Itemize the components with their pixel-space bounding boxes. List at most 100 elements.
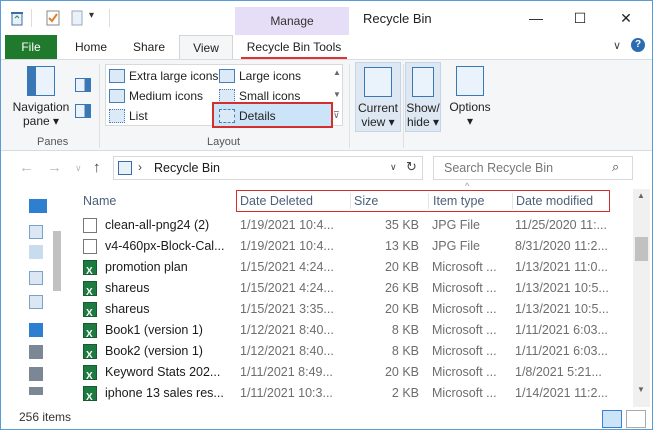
- maximize-button[interactable]: ☐: [557, 1, 603, 35]
- tab-view[interactable]: View: [179, 35, 233, 59]
- navigation-scrollbar-thumb[interactable]: [53, 231, 61, 291]
- extra-large-icons-icon: [109, 69, 125, 83]
- breadcrumb-recycle-bin[interactable]: Recycle Bin: [154, 161, 220, 175]
- vertical-scrollbar-thumb[interactable]: [635, 237, 648, 261]
- scroll-up-icon[interactable]: ▲: [637, 191, 645, 200]
- date-modified-cell: 1/13/2021 10:5...: [515, 281, 609, 295]
- item-type-cell: Microsoft ...: [432, 302, 497, 316]
- file-name: shareus: [105, 281, 150, 295]
- refresh-icon[interactable]: ↻: [406, 159, 417, 175]
- column-header-date-modified[interactable]: Date modified: [516, 189, 593, 213]
- minimize-button[interactable]: —: [513, 1, 559, 35]
- item-count: 256 items: [19, 410, 72, 424]
- date-modified-cell: 1/11/2021 6:03...: [515, 323, 608, 337]
- documents-icon[interactable]: [29, 225, 43, 239]
- preview-pane-icon[interactable]: [75, 78, 91, 92]
- options-button[interactable]: Options ▾: [447, 66, 493, 128]
- navigation-pane-button[interactable]: Navigation pane ▾: [11, 66, 71, 128]
- file-name: promotion plan: [105, 260, 188, 274]
- size-cell: 2 KB: [391, 386, 419, 400]
- up-arrow-icon[interactable]: ↑: [93, 159, 101, 176]
- date-modified-cell: 1/13/2021 11:0...: [515, 260, 608, 274]
- tab-home[interactable]: Home: [67, 35, 115, 59]
- recent-locations-icon[interactable]: ∨: [75, 163, 82, 174]
- folder-icon[interactable]: [29, 245, 43, 259]
- table-row[interactable]: Keyword Stats 202... 1/11/2021 8:49... 20 …: [73, 362, 633, 383]
- tab-share[interactable]: Share: [125, 35, 173, 59]
- item-type-cell: JPG File: [432, 218, 480, 232]
- music-icon[interactable]: [29, 323, 43, 337]
- details-option[interactable]: Details: [217, 106, 276, 126]
- file-name-cell: iphone 13 sales res...: [83, 383, 233, 404]
- pictures-icon[interactable]: [29, 271, 43, 285]
- address-dropdown-icon[interactable]: ∨: [390, 162, 397, 173]
- table-row[interactable]: Book1 (version 1) 1/12/2021 8:40... 8 KB Mi…: [73, 320, 633, 341]
- window-title: Recycle Bin: [363, 11, 432, 26]
- navigation-scrollbar[interactable]: [51, 189, 63, 399]
- date-modified-cell: 1/11/2021 6:03...: [515, 344, 608, 358]
- ribbon-tabs: File Home Share View Recycle Bin Tools ∨…: [1, 35, 652, 59]
- gallery-down-icon[interactable]: ▼: [333, 90, 341, 99]
- tab-file[interactable]: File: [5, 35, 57, 59]
- vertical-scrollbar[interactable]: ▲ ▼: [633, 189, 650, 407]
- status-bar: 256 items: [1, 407, 652, 429]
- drive-icon[interactable]: [29, 387, 43, 395]
- list-option[interactable]: List: [107, 106, 148, 126]
- drive-icon[interactable]: [29, 367, 43, 381]
- manage-context-tab[interactable]: Manage: [235, 7, 349, 35]
- new-folder-icon[interactable]: [69, 10, 85, 26]
- column-divider[interactable]: [512, 193, 513, 209]
- large-icons-icon: [219, 69, 235, 83]
- column-divider[interactable]: [350, 193, 351, 209]
- table-row[interactable]: clean-all-png24 (2) 1/19/2021 10:4... 35 K…: [73, 215, 633, 236]
- address-bar[interactable]: › Recycle Bin ∨ ↻: [113, 156, 423, 180]
- column-header-name[interactable]: Name: [83, 189, 116, 213]
- scroll-down-icon[interactable]: ▼: [637, 385, 645, 394]
- table-row[interactable]: shareus 1/15/2021 3:35... 20 KB Microsoft .…: [73, 299, 633, 320]
- back-arrow-icon[interactable]: ←: [19, 159, 34, 176]
- videos-icon[interactable]: [29, 295, 43, 309]
- details-pane-icon[interactable]: [75, 104, 91, 118]
- size-cell: 20 KB: [384, 365, 419, 379]
- column-header-size[interactable]: Size: [354, 189, 378, 213]
- date-deleted-cell: 1/11/2021 10:3...: [240, 386, 333, 400]
- table-row[interactable]: shareus 1/15/2021 4:24... 26 KB Microsoft .…: [73, 278, 633, 299]
- this-pc-icon[interactable]: [29, 199, 47, 213]
- quick-access-dropdown-icon[interactable]: ▾: [89, 10, 94, 21]
- gallery-up-icon[interactable]: ▲: [333, 68, 341, 77]
- ribbon: Navigation pane ▾ Panes Extra large icon…: [1, 59, 652, 151]
- extra-large-icons-option[interactable]: Extra large icons: [107, 66, 218, 86]
- forward-arrow-icon[interactable]: →: [47, 159, 62, 176]
- item-type-cell: Microsoft ...: [432, 365, 497, 379]
- current-view-icon: [364, 67, 392, 97]
- options-label: Options: [449, 100, 491, 114]
- search-input[interactable]: Search Recycle Bin ⌕: [433, 156, 633, 180]
- current-view-button[interactable]: Current view ▾: [355, 62, 401, 132]
- column-header-date-deleted[interactable]: Date Deleted: [240, 189, 313, 213]
- column-header-item-type[interactable]: Item type: [433, 189, 484, 213]
- details-view-toggle-icon[interactable]: [602, 410, 622, 428]
- search-icon: ⌕: [612, 159, 620, 174]
- file-name: v4-460px-Block-Cal...: [105, 239, 225, 253]
- jpg-file-icon: [83, 239, 97, 254]
- tab-recycle-bin-tools[interactable]: Recycle Bin Tools: [241, 35, 347, 59]
- show-hide-button[interactable]: Show/ hide ▾: [405, 62, 441, 132]
- help-icon[interactable]: ?: [631, 38, 645, 52]
- table-row[interactable]: Book2 (version 1) 1/12/2021 8:40... 8 KB Mi…: [73, 341, 633, 362]
- medium-icons-option[interactable]: Medium icons: [107, 86, 203, 106]
- table-row[interactable]: v4-460px-Block-Cal... 1/19/2021 10:4... 13…: [73, 236, 633, 257]
- close-button[interactable]: ✕: [603, 1, 649, 35]
- table-row[interactable]: promotion plan 1/15/2021 4:24... 20 KB Micr…: [73, 257, 633, 278]
- medium-icons-icon: [109, 89, 125, 103]
- properties-icon[interactable]: [45, 10, 61, 26]
- drive-icon[interactable]: [29, 345, 43, 359]
- table-row[interactable]: iphone 13 sales res... 1/11/2021 10:3... 2…: [73, 383, 633, 404]
- column-divider[interactable]: [428, 193, 429, 209]
- gallery-more-icon[interactable]: ⊽: [333, 110, 340, 121]
- large-icons-view-toggle-icon[interactable]: [626, 410, 646, 428]
- date-deleted-cell: 1/15/2021 4:24...: [240, 281, 334, 295]
- layout-group-label: Layout: [207, 136, 241, 148]
- collapse-ribbon-icon[interactable]: ∨: [613, 39, 621, 52]
- large-icons-option[interactable]: Large icons: [217, 66, 301, 86]
- show-hide-label2: hide ▾: [406, 115, 440, 129]
